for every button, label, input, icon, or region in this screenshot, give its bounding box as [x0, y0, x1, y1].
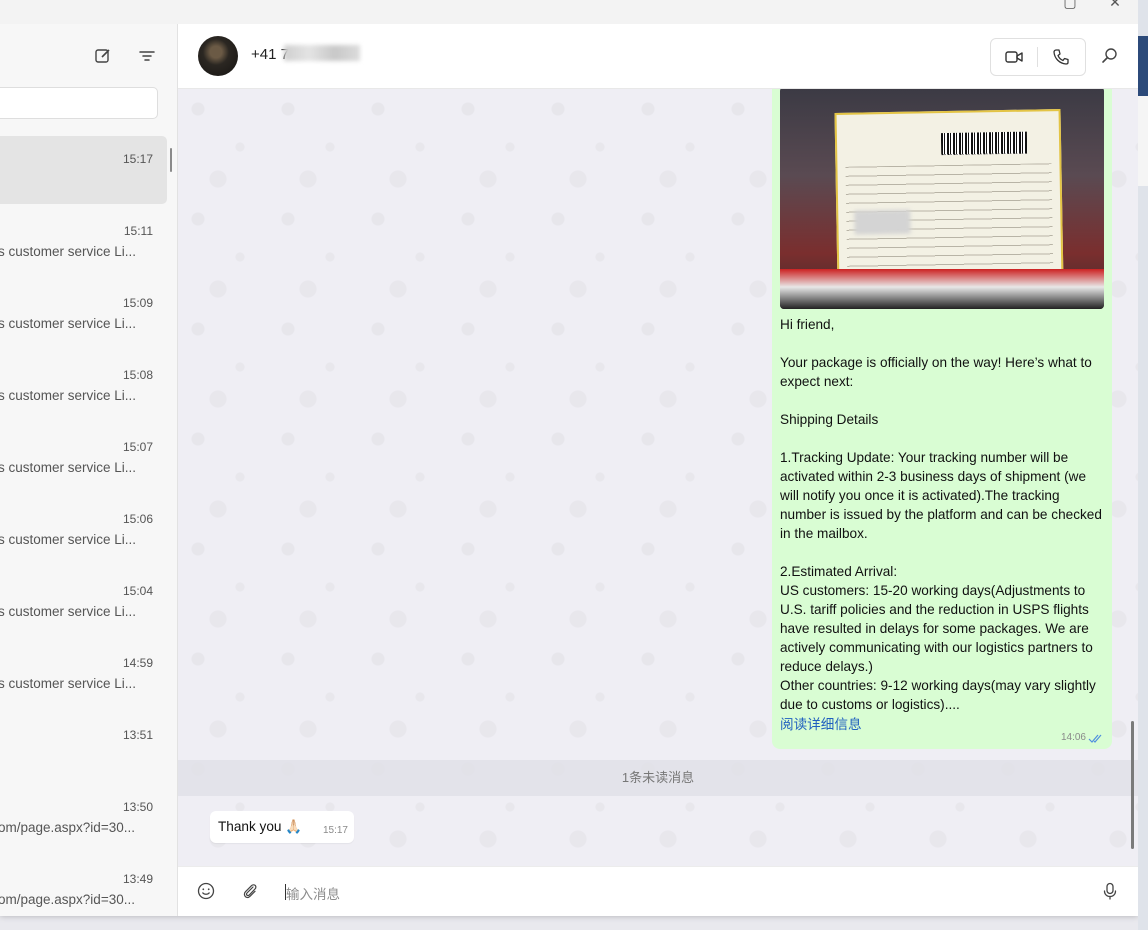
divider — [1037, 47, 1038, 67]
attach-icon[interactable] — [240, 881, 260, 901]
redacted-name — [284, 45, 360, 61]
microphone-icon[interactable] — [1100, 881, 1120, 901]
close-icon[interactable]: ✕ — [1105, 0, 1125, 14]
new-chat-icon[interactable] — [93, 46, 113, 66]
chat-time: 15:04 — [122, 584, 153, 598]
chat-list-item[interactable]: 15:09 s customer service Li... — [0, 280, 167, 348]
message-photo[interactable] — [780, 89, 1104, 309]
chat-time: 14:59 — [122, 656, 153, 670]
chat-time: 15:08 — [122, 368, 153, 382]
message-scrollbar[interactable] — [1131, 721, 1134, 849]
incoming-message[interactable]: Hi friend, Your package is officially on… — [772, 89, 1112, 749]
search-input[interactable] — [0, 87, 158, 119]
chat-time: 13:49 — [122, 872, 153, 886]
message-input[interactable]: 输入消息 — [286, 883, 340, 903]
chat-header: +41 7 — [178, 24, 1138, 89]
chat-list-item[interactable]: 13:49 om/page.aspx?id=30... — [0, 856, 167, 916]
chat-list-item[interactable]: 15:08 s customer service Li... — [0, 352, 167, 420]
compose-bar: 输入消息 — [178, 866, 1138, 916]
avatar[interactable] — [198, 36, 238, 76]
search-icon[interactable] — [1100, 46, 1120, 66]
redacted-address — [854, 209, 911, 235]
chat-time: 15:17 — [122, 152, 153, 166]
chat-list-sidebar: 15:17 15:11 s customer service Li... 15:… — [0, 24, 178, 916]
message-text: Thank you 🙏🏻 — [218, 819, 303, 834]
chat-list-item[interactable]: 14:59 s customer service Li... — [0, 640, 167, 708]
chat-preview: s customer service Li... — [0, 676, 137, 691]
chat-time: 15:09 — [122, 296, 153, 310]
chat-list-item[interactable]: 15:07 s customer service Li... — [0, 424, 167, 492]
read-more-link[interactable]: 阅读详细信息 — [780, 713, 862, 733]
chat-preview: s customer service Li... — [0, 460, 137, 475]
message-text: Hi friend, Your package is officially on… — [780, 317, 1102, 712]
message-time: 15:17 — [322, 825, 348, 836]
chat-list-item[interactable]: 15:04 s customer service Li... — [0, 568, 167, 636]
chat-time: 15:07 — [122, 440, 153, 454]
desktop-window-edge — [1138, 96, 1148, 186]
video-call-icon[interactable] — [1004, 47, 1024, 67]
chat-preview: om/page.aspx?id=30... — [0, 820, 135, 835]
shipping-label — [834, 109, 1064, 285]
chat-time: 13:51 — [122, 728, 153, 742]
chat-list-item[interactable]: 13:51 — [0, 712, 167, 780]
desktop-background — [1138, 0, 1148, 930]
chat-list-item[interactable]: 15:11 s customer service Li... — [0, 208, 167, 276]
chat-time: 13:50 — [122, 800, 153, 814]
chat-list-item[interactable]: 15:06 s customer service Li... — [0, 496, 167, 564]
chat-list-item[interactable]: 13:50 om/page.aspx?id=30... — [0, 784, 167, 852]
chat-time: 15:11 — [123, 224, 153, 238]
chat-preview: om/page.aspx?id=30... — [0, 892, 135, 907]
shoe-sole — [780, 269, 1104, 309]
outgoing-message[interactable]: Thank you 🙏🏻 15:17 — [210, 811, 354, 843]
sidebar-scrollbar[interactable] — [170, 148, 172, 172]
message-time: 14:06 — [1060, 732, 1086, 743]
title-bar: ▢ ✕ — [0, 0, 1138, 24]
voice-call-icon[interactable] — [1051, 47, 1071, 67]
call-buttons — [990, 38, 1086, 76]
chat-time: 15:06 — [122, 512, 153, 526]
desktop-window-edge — [1138, 36, 1148, 96]
read-receipt-icon — [1088, 734, 1102, 743]
emoji-icon[interactable] — [196, 881, 216, 901]
filter-icon[interactable] — [137, 46, 157, 66]
app-window: ▢ ✕ 15:17 15:11 s customer service Li...… — [0, 0, 1138, 916]
chat-preview: s customer service Li... — [0, 244, 137, 259]
barcode — [940, 131, 1028, 156]
chat-preview: s customer service Li... — [0, 604, 137, 619]
chat-preview: s customer service Li... — [0, 388, 137, 403]
maximize-icon[interactable]: ▢ — [1060, 0, 1080, 14]
chat-preview: s customer service Li... — [0, 532, 137, 547]
chat-preview: s customer service Li... — [0, 316, 137, 331]
unread-divider: 1条未读消息 — [178, 760, 1138, 796]
message-area: Hi friend, Your package is officially on… — [178, 89, 1138, 866]
chat-list-item[interactable]: 15:17 — [0, 136, 167, 204]
